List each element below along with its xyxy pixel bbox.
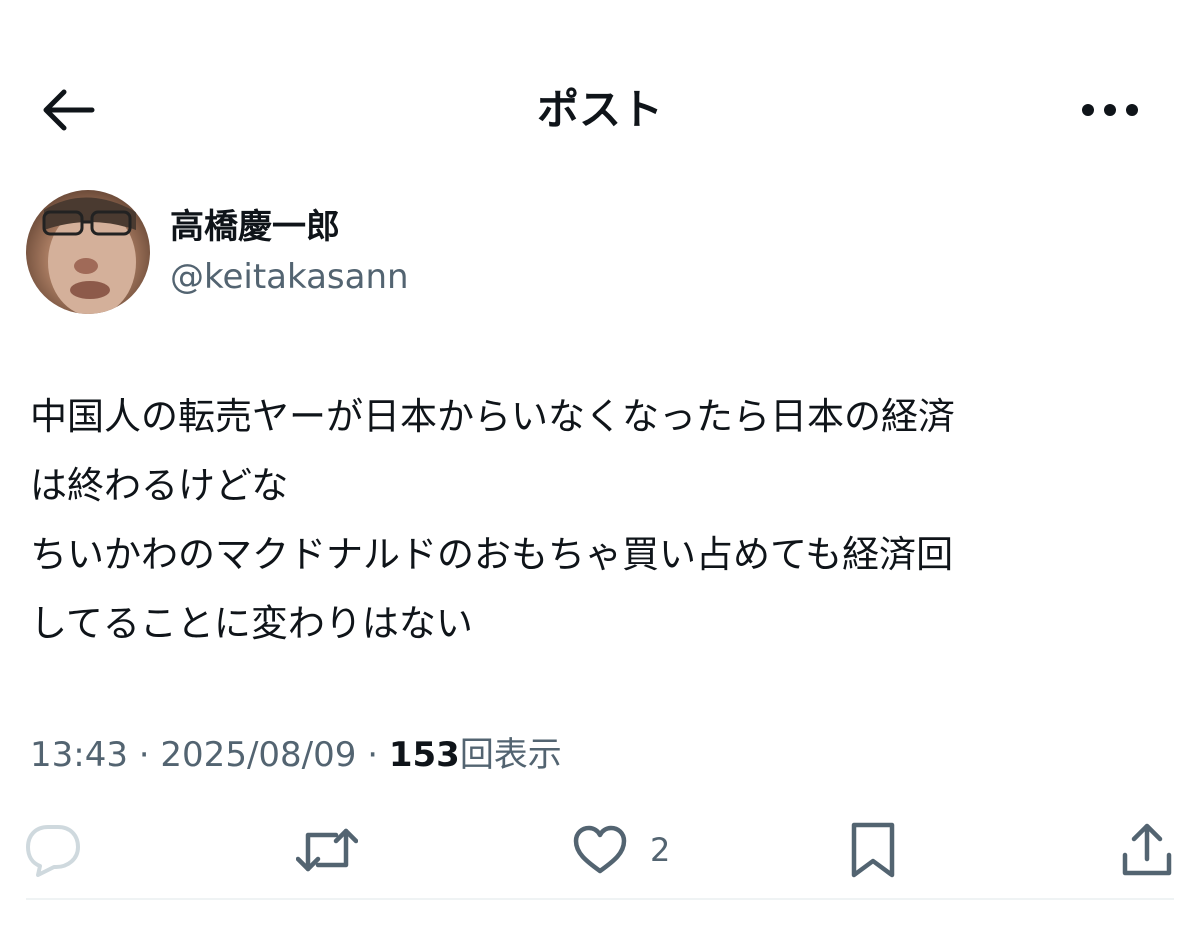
page-title: ポスト xyxy=(536,85,663,134)
repost-icon xyxy=(296,828,358,872)
author-handle[interactable]: @keitakasann xyxy=(170,253,409,301)
reply-icon xyxy=(26,825,80,877)
share-icon xyxy=(1122,823,1172,876)
post-text-line: は終わるけどな xyxy=(30,464,289,507)
post-meta: 13:43 · 2025/08/09 · 153回表示 xyxy=(30,728,562,782)
author-display-name[interactable]: 高橋慶一郎 xyxy=(170,203,340,251)
action-bar: 2 xyxy=(0,815,1200,885)
more-horizontal-icon xyxy=(1082,104,1138,116)
share-button[interactable] xyxy=(1120,815,1174,885)
bookmark-button[interactable] xyxy=(848,815,898,885)
post-date[interactable]: 2025/08/09 xyxy=(160,735,356,775)
heart-icon xyxy=(573,825,627,874)
repost-button[interactable] xyxy=(296,815,358,885)
meta-separator: · xyxy=(367,735,379,775)
like-button[interactable]: 2 xyxy=(572,815,670,885)
divider xyxy=(26,898,1174,900)
like-count: 2 xyxy=(650,831,671,869)
top-bar: ポスト xyxy=(0,60,1200,160)
post-text: 中国人の転売ヤーが日本からいなくなったら日本の経済 は終わるけどな ちいかわのマ… xyxy=(30,382,1170,658)
views-count: 153 xyxy=(388,735,460,775)
avatar[interactable] xyxy=(26,190,150,314)
reply-button[interactable] xyxy=(24,815,82,885)
more-options-button[interactable] xyxy=(1070,82,1150,138)
views-label: 回表示 xyxy=(459,735,562,775)
post-text-line: してることに変わりはない xyxy=(30,602,473,645)
post-text-line: 中国人の転売ヤーが日本からいなくなったら日本の経済 xyxy=(30,395,955,438)
post-text-line: ちいかわのマクドナルドのおもちゃ買い占めても経済回 xyxy=(30,533,954,576)
avatar-image xyxy=(42,197,136,314)
post-time[interactable]: 13:43 xyxy=(30,735,128,775)
bookmark-icon xyxy=(851,822,895,878)
meta-separator: · xyxy=(138,735,150,775)
